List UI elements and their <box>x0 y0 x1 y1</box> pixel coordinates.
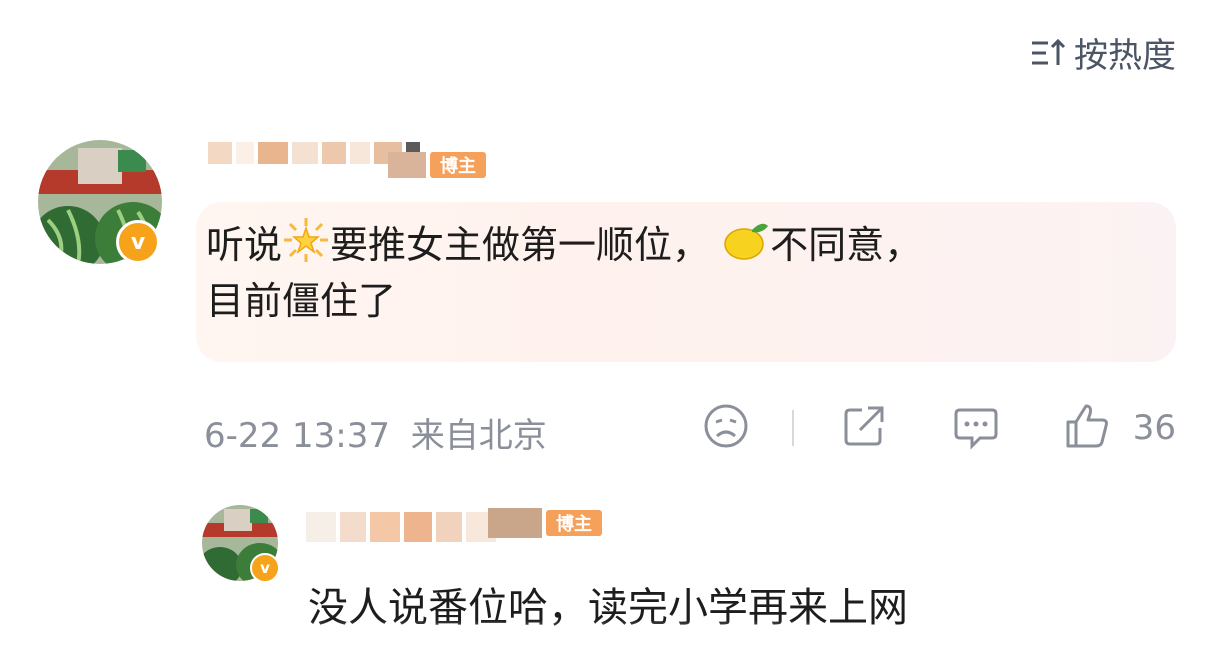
text-fade-overlay <box>300 620 820 665</box>
sort-label: 按热度 <box>1074 36 1176 76</box>
comment-text: 听说 要推女主做第一顺位， 不同意， 目前僵住了 <box>206 216 1166 329</box>
comment-text-part: 听说 <box>206 223 283 267</box>
reply-username[interactable] <box>306 512 496 542</box>
comment-meta: 6-22 13:37 来自北京 <box>204 408 547 457</box>
sad-face-icon <box>704 404 748 448</box>
share-icon <box>844 406 884 446</box>
level-icon <box>488 508 542 538</box>
like-count: 36 <box>1132 408 1176 448</box>
comment-text-line: 目前僵住了 <box>206 279 397 323</box>
reply-button[interactable] <box>952 402 1000 450</box>
like-button[interactable] <box>1062 402 1110 450</box>
thumbs-up-icon <box>1066 404 1108 448</box>
comment-text-part: 不同意， <box>770 223 923 267</box>
verified-badge-icon: v <box>116 220 160 264</box>
sort-by-heat-button[interactable]: 按热度 <box>1028 28 1176 77</box>
blogger-badge: 博主 <box>546 510 602 536</box>
comment-icon <box>954 408 998 450</box>
divider <box>792 410 794 446</box>
sun-emoji-icon <box>284 218 329 262</box>
comment-time: 6-22 13:37 <box>204 416 390 456</box>
verified-badge-icon: v <box>250 553 280 583</box>
share-button[interactable] <box>840 402 888 450</box>
level-icon <box>388 152 426 178</box>
comment-location: 来自北京 <box>410 416 547 456</box>
dislike-button[interactable] <box>702 402 750 450</box>
comment-text-part: 要推女主做第一顺位， <box>330 223 711 267</box>
lemon-emoji-icon <box>724 223 769 260</box>
blogger-badge: 博主 <box>430 152 486 178</box>
sort-icon <box>1032 38 1066 65</box>
